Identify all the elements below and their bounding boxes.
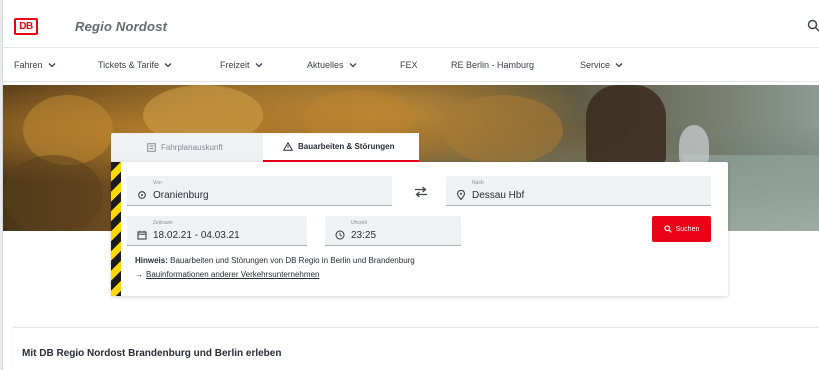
section-title: Mit DB Regio Nordost Brandenburg und Ber… [22,348,282,359]
nav-label: Tickets & Tarife [98,60,160,70]
nav-label: Fahren [14,60,43,70]
location-pin-icon [138,191,146,199]
hero-child [679,125,709,165]
search-icon [663,225,672,233]
site-header: DB Regio Nordost [3,0,819,48]
search-button-label: Suchen [675,225,700,233]
time-value: 23:25 [351,230,377,241]
clock-icon [335,230,345,240]
hint-prefix: Hinweis: [135,256,168,265]
nav-item-freizeit[interactable]: Freizeit [220,60,263,70]
period-field[interactable]: Zeitraum 18.02.21 - 04.03.21 [127,216,307,246]
from-label: Von [153,180,162,186]
tab-label: Bauarbeiten & Störungen [298,142,395,151]
intro-section: Mit DB Regio Nordost Brandenburg und Ber… [13,327,819,370]
main-navigation: Fahren Tickets & Tarife Freizeit Aktuell… [3,49,819,82]
period-value: 18.02.21 - 04.03.21 [153,230,240,241]
hero-foliage [443,95,563,165]
hint-text: Hinweis: Bauarbeiten und Störungen von D… [135,256,415,265]
from-field[interactable]: Von Oranienburg [127,176,392,206]
tab-label: Fahrplanauskunft [161,143,223,152]
nav-item-fex[interactable]: FEX [400,60,418,70]
nav-item-re-berlin-hamburg[interactable]: RE Berlin - Hamburg [451,60,534,70]
swap-icon[interactable] [414,186,428,198]
time-field[interactable]: Uhrzeit 23:25 [325,216,461,246]
nav-item-aktuelles[interactable]: Aktuelles [307,60,357,70]
hint-body: Bauarbeiten und Störungen von DB Regio i… [170,256,415,265]
tab-timetable[interactable]: Fahrplanauskunft [111,133,263,162]
chevron-down-icon [164,63,172,68]
search-button[interactable]: Suchen [652,216,711,242]
search-icon[interactable] [807,19,819,33]
to-field[interactable]: Nach Dessau Hbf [446,176,711,206]
to-value: Dessau Hbf [472,190,525,201]
chevron-down-icon [48,63,55,68]
calendar-icon [137,230,147,240]
nav-label: Service [580,60,611,70]
time-label: Uhrzeit [351,220,367,226]
hero-foliage [23,95,113,165]
warning-icon [283,142,293,151]
nav-label: Freizeit [220,60,250,70]
to-label: Nach [472,180,484,186]
nav-item-service[interactable]: Service [580,60,623,70]
brand-title[interactable]: Regio Nordost [75,19,167,34]
chevron-down-icon [615,63,623,68]
db-logo[interactable]: DB [14,18,38,35]
map-pin-icon [456,190,466,200]
tab-construction[interactable]: Bauarbeiten & Störungen [263,133,419,162]
other-operators-link[interactable]: → Bauinformationen anderer Verkehrsunter… [135,270,319,279]
nav-item-tickets[interactable]: Tickets & Tarife [98,60,172,70]
search-card: Von Oranienburg Nach Dessau Hbf Zeitraum… [111,162,728,296]
arrow-right-icon: → [135,270,143,279]
nav-label: FEX [400,60,418,70]
period-label: Zeitraum [153,220,173,226]
nav-item-fahren[interactable]: Fahren [14,60,56,70]
other-operators-link-label: Bauinformationen anderer Verkehrsunterne… [146,270,320,279]
chevron-down-icon [349,63,356,68]
hero-person [586,85,666,165]
browser-window: DB Regio Nordost Fahren Tickets & Tarife… [2,0,819,370]
hero-foliage [3,155,103,231]
hazard-stripe [111,162,121,296]
search-tabs: Fahrplanauskunft Bauarbeiten & Störungen [111,133,419,162]
from-value: Oranienburg [153,190,209,201]
nav-label: Aktuelles [307,60,344,70]
nav-label: RE Berlin - Hamburg [451,60,535,70]
chevron-down-icon [255,63,262,68]
timetable-icon [147,143,156,152]
